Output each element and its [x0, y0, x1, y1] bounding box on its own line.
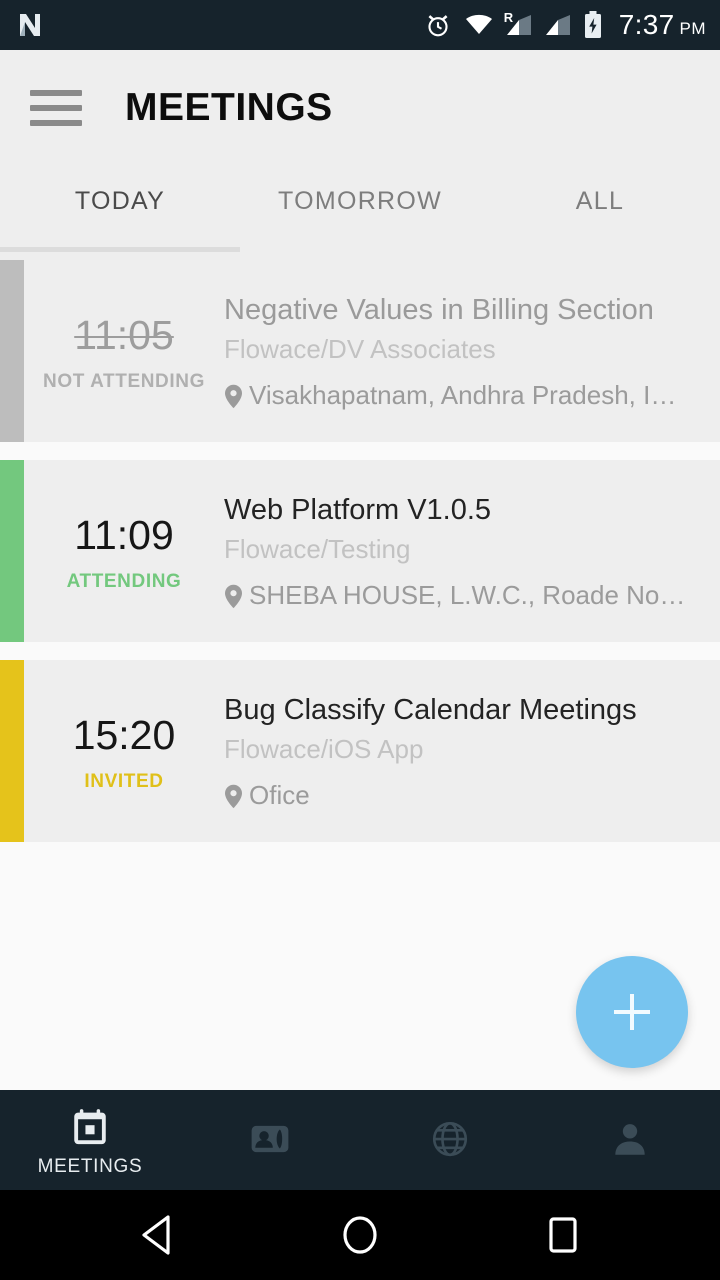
meeting-location-text: Ofice [249, 780, 310, 811]
nav-item-globe[interactable] [360, 1090, 540, 1190]
meeting-project: Flowace/DV Associates [224, 334, 496, 365]
person-icon [615, 1123, 645, 1155]
android-system-nav [0, 1190, 720, 1280]
calendar-icon [74, 1108, 106, 1144]
hamburger-line [30, 119, 82, 126]
roaming-badge-label: R [503, 10, 514, 25]
status-bar-clock: 7:37 PM [619, 9, 706, 41]
alarm-icon [428, 15, 448, 37]
meeting-title: Web Platform V1.0.5 [224, 494, 492, 527]
meeting-time: 11:09 [74, 512, 174, 559]
meeting-title: Negative Values in Billing Section [224, 294, 654, 327]
location-pin-icon [225, 384, 242, 408]
tab-bar: TODAY TOMORROW ALL [0, 165, 720, 260]
wifi-icon [465, 14, 492, 34]
meeting-location: SHEBA HOUSE, L.W.C., Roade No… [224, 579, 710, 613]
meeting-location: Visakhapatnam, Andhra Pradesh, I… [224, 379, 710, 413]
back-triangle-icon[interactable] [136, 1211, 178, 1259]
status-bar: R 7:37 PM [0, 0, 720, 50]
signal-roaming-group: R [503, 10, 532, 36]
status-badge: INVITED [84, 770, 164, 792]
nav-item-contacts[interactable] [180, 1090, 360, 1190]
meeting-location-text: SHEBA HOUSE, L.W.C., Roade No… [249, 580, 686, 611]
status-accent-bar [0, 460, 24, 642]
app-bar: MEETINGS [0, 50, 720, 165]
hamburger-line [30, 89, 82, 96]
nav-item-profile[interactable] [540, 1090, 720, 1190]
status-bar-left [16, 11, 44, 39]
status-badge: NOT ATTENDING [43, 370, 205, 392]
meeting-time: 11:05 [74, 312, 174, 359]
meeting-card[interactable]: 15:20 INVITED Bug Classify Calendar Meet… [0, 660, 720, 842]
clock-ampm: PM [679, 19, 706, 38]
recents-square-icon[interactable] [542, 1211, 584, 1259]
signal-icon [545, 15, 570, 35]
meeting-card[interactable]: 11:05 NOT ATTENDING Negative Values in B… [0, 260, 720, 442]
clock-time: 7:37 [618, 9, 675, 40]
status-badge: ATTENDING [66, 570, 182, 592]
location-pin-icon [225, 784, 242, 808]
meeting-location-text: Visakhapatnam, Andhra Pradesh, I… [249, 380, 677, 411]
meeting-time-column: 11:05 NOT ATTENDING [24, 260, 224, 442]
location-pin-icon [225, 584, 242, 608]
page-title: MEETINGS [125, 85, 333, 129]
meeting-time: 15:20 [72, 712, 176, 759]
hamburger-line [30, 104, 82, 111]
tab-today[interactable]: TODAY [0, 165, 240, 216]
battery-charging-icon [584, 11, 601, 38]
tab-active-indicator [0, 247, 240, 252]
contacts-phone-icon [251, 1125, 289, 1152]
phone-screen: R 7:37 PM MEETINGS TODAY TOMORROW ALL 11… [0, 0, 720, 1280]
meeting-project: Flowace/iOS App [224, 734, 424, 765]
meeting-location: Ofice [224, 779, 710, 813]
status-bar-right: R 7:37 PM [424, 9, 706, 41]
home-circle-icon[interactable] [338, 1211, 382, 1259]
meeting-title: Bug Classify Calendar Meetings [224, 694, 637, 727]
add-meeting-fab[interactable] [576, 956, 688, 1068]
tab-all[interactable]: ALL [480, 165, 720, 216]
nav-label-meetings: MEETINGS [37, 1155, 143, 1177]
globe-icon [432, 1121, 468, 1156]
meeting-project: Flowace/Testing [224, 534, 411, 565]
meeting-info-column: Web Platform V1.0.5 Flowace/Testing SHEB… [224, 460, 720, 642]
meeting-time-column: 11:09 ATTENDING [24, 460, 224, 642]
meeting-info-column: Negative Values in Billing Section Flowa… [224, 260, 720, 442]
android-n-logo-icon [20, 14, 40, 36]
hamburger-menu-icon[interactable] [30, 89, 82, 126]
nav-item-meetings[interactable]: MEETINGS [0, 1090, 180, 1190]
status-accent-bar [0, 660, 24, 842]
meeting-card[interactable]: 11:09 ATTENDING Web Platform V1.0.5 Flow… [0, 460, 720, 642]
meeting-info-column: Bug Classify Calendar Meetings Flowace/i… [224, 660, 720, 842]
status-accent-bar [0, 260, 24, 442]
meeting-list: 11:05 NOT ATTENDING Negative Values in B… [0, 260, 720, 842]
tab-tomorrow[interactable]: TOMORROW [240, 165, 480, 216]
bottom-navigation: MEETINGS [0, 1090, 720, 1190]
plus-icon [630, 994, 634, 1030]
meeting-time-column: 15:20 INVITED [24, 660, 224, 842]
